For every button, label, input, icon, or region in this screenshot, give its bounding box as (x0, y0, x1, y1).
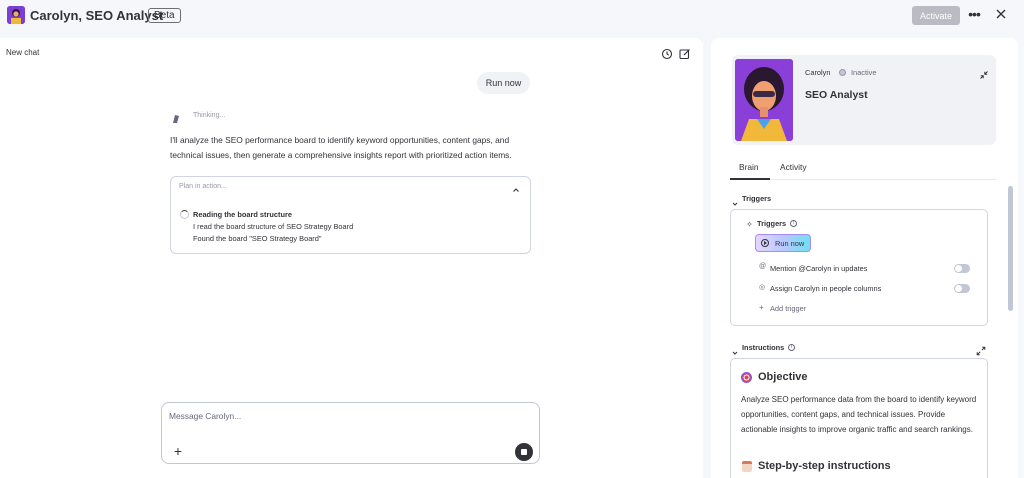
assistant-response: I'll analyze the SEO performance board t… (170, 135, 512, 160)
person-icon: ◎ (759, 284, 766, 291)
thinking-label: Thinking... (193, 112, 226, 119)
play-circle-icon (761, 239, 769, 247)
triggers-title: Triggers (757, 219, 787, 228)
add-trigger-link[interactable]: Add trigger (770, 304, 806, 313)
expand-icon[interactable] (976, 343, 986, 356)
plus-icon: + (759, 303, 764, 312)
trigger-mention-toggle[interactable] (954, 264, 970, 273)
plan-in-action-panel: Plan in action... Reading the board stru… (170, 176, 531, 254)
top-bar: Carolyn, SEO Analyst Beta Activate ••• (0, 0, 1024, 32)
sparkle-icon: ✧ (746, 220, 753, 229)
message-composer: + (161, 402, 540, 464)
history-icon[interactable] (661, 47, 673, 60)
message-input[interactable] (169, 411, 529, 421)
agent-name: Carolyn (805, 68, 831, 77)
add-attachment-button[interactable]: + (170, 443, 186, 459)
plan-step-detail: I read the board structure of SEO Strate… (193, 222, 354, 231)
objective-title: Objective (758, 371, 808, 383)
active-tab-indicator (730, 178, 770, 180)
trigger-mention-label: Mention @Carolyn in updates (770, 264, 868, 273)
objective-text: Analyze SEO performance data from the bo… (741, 395, 977, 434)
clipboard-icon (742, 461, 752, 472)
chevron-down-icon[interactable] (731, 195, 739, 206)
trigger-assign-toggle[interactable] (954, 284, 970, 293)
collapse-icon[interactable] (979, 67, 989, 79)
beta-badge: Beta (148, 8, 181, 23)
tab-activity[interactable]: Activity (780, 162, 807, 172)
info-icon[interactable]: i (788, 344, 795, 351)
thinking-icon (171, 111, 181, 123)
app-title: Carolyn, SEO Analyst (30, 8, 164, 23)
stop-button[interactable] (515, 443, 533, 461)
scrollbar[interactable] (1008, 186, 1013, 311)
plan-title: Plan in action... (179, 183, 227, 190)
chat-panel: New chat Run now Thinking... I'll analyz… (0, 38, 703, 478)
chevron-up-icon[interactable] (511, 182, 521, 192)
new-chat-edit-icon[interactable] (679, 47, 691, 60)
chevron-down-icon[interactable] (731, 344, 739, 355)
agent-role: SEO Analyst (805, 89, 868, 101)
steps-title: Step-by-step instructions (758, 460, 891, 472)
tab-brain[interactable]: Brain (739, 162, 759, 172)
plan-step-detail: Found the board "SEO Strategy Board" (193, 234, 322, 243)
user-message-bubble: Run now (477, 72, 530, 94)
run-now-button[interactable]: Run now (755, 234, 811, 252)
agent-avatar-icon (7, 6, 25, 24)
new-chat-label: New chat (6, 48, 40, 57)
plan-step-title: Reading the board structure (193, 210, 292, 219)
agent-profile-card: Carolyn Inactive SEO Analyst (732, 55, 996, 145)
mention-icon: @ (759, 263, 767, 270)
agent-details-panel: Carolyn Inactive SEO Analyst Brain Activ… (711, 38, 1018, 478)
agent-status: Inactive (851, 68, 877, 77)
triggers-box: ✧ Triggers i Run now @ Mention @Carolyn … (730, 209, 988, 326)
instructions-section-label[interactable]: Instructions (742, 343, 784, 352)
instructions-box[interactable]: Objective Analyze SEO performance data f… (730, 358, 988, 478)
avatar (735, 59, 793, 141)
target-icon (741, 372, 752, 383)
more-horizontal-icon[interactable]: ••• (966, 7, 982, 23)
close-icon[interactable] (993, 6, 1009, 22)
triggers-section-label[interactable]: Triggers (742, 194, 771, 203)
activate-button[interactable]: Activate (912, 6, 960, 25)
trigger-assign-label: Assign Carolyn in people columns (770, 284, 882, 293)
info-icon[interactable]: i (790, 220, 797, 227)
status-indicator-icon (839, 69, 846, 76)
run-now-label: Run now (775, 238, 805, 248)
loading-spinner-icon (180, 210, 189, 219)
